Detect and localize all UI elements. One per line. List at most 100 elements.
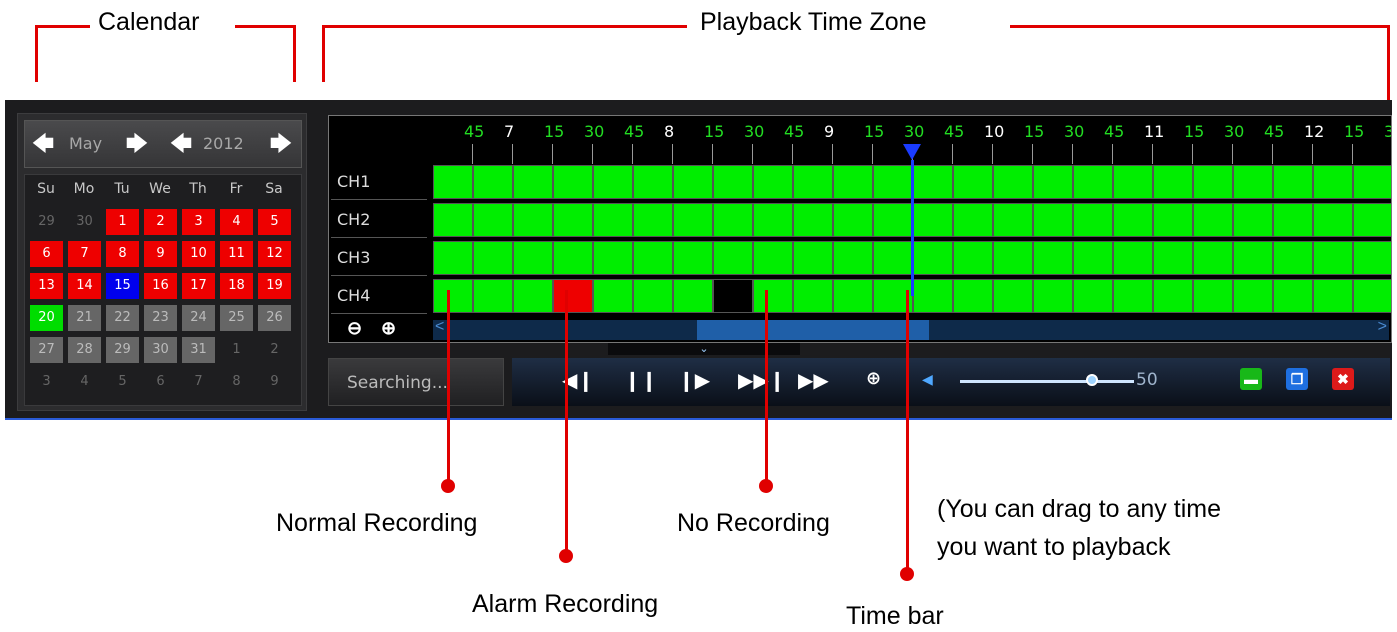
- normal-recording-cell[interactable]: [1073, 279, 1113, 313]
- calendar-day[interactable]: 4: [220, 209, 253, 235]
- normal-recording-cell[interactable]: [833, 279, 873, 313]
- normal-recording-cell[interactable]: [1313, 279, 1353, 313]
- normal-recording-cell[interactable]: [1353, 165, 1391, 199]
- normal-recording-cell[interactable]: [1033, 203, 1073, 237]
- normal-recording-cell[interactable]: [913, 165, 953, 199]
- normal-recording-cell[interactable]: [513, 241, 553, 275]
- calendar-day[interactable]: 14: [68, 273, 101, 299]
- calendar-day[interactable]: 17: [182, 273, 215, 299]
- volume-icon[interactable]: ◀: [922, 372, 933, 388]
- normal-recording-cell[interactable]: [513, 203, 553, 237]
- normal-recording-cell[interactable]: [433, 203, 473, 237]
- calendar-day[interactable]: 31: [182, 337, 215, 363]
- normal-recording-cell[interactable]: [913, 279, 953, 313]
- alarm-recording-cell[interactable]: [553, 279, 593, 313]
- normal-recording-cell[interactable]: [713, 203, 753, 237]
- normal-recording-cell[interactable]: [1073, 241, 1113, 275]
- normal-recording-cell[interactable]: [1193, 165, 1233, 199]
- normal-recording-cell[interactable]: [633, 279, 673, 313]
- normal-recording-cell[interactable]: [1313, 241, 1353, 275]
- normal-recording-cell[interactable]: [873, 203, 913, 237]
- normal-recording-cell[interactable]: [1153, 203, 1193, 237]
- normal-recording-cell[interactable]: [953, 279, 993, 313]
- next-icon[interactable]: ▶▶❙: [738, 368, 786, 392]
- normal-recording-cell[interactable]: [953, 165, 993, 199]
- normal-recording-cell[interactable]: [513, 165, 553, 199]
- calendar-day[interactable]: 28: [68, 337, 101, 363]
- normal-recording-cell[interactable]: [1353, 279, 1391, 313]
- normal-recording-cell[interactable]: [1033, 165, 1073, 199]
- normal-recording-cell[interactable]: [1193, 203, 1233, 237]
- normal-recording-cell[interactable]: [793, 279, 833, 313]
- normal-recording-cell[interactable]: [1273, 165, 1313, 199]
- normal-recording-cell[interactable]: [1113, 165, 1153, 199]
- normal-recording-cell[interactable]: [993, 279, 1033, 313]
- normal-recording-cell[interactable]: [673, 241, 713, 275]
- time-bar-handle-icon[interactable]: [903, 144, 921, 160]
- no-recording-cell[interactable]: [713, 279, 753, 313]
- normal-recording-cell[interactable]: [593, 279, 633, 313]
- normal-recording-cell[interactable]: [913, 241, 953, 275]
- normal-recording-cell[interactable]: [673, 203, 713, 237]
- normal-recording-cell[interactable]: [1033, 241, 1073, 275]
- normal-recording-cell[interactable]: [1353, 241, 1391, 275]
- normal-recording-cell[interactable]: [753, 203, 793, 237]
- normal-recording-cell[interactable]: [713, 241, 753, 275]
- restore-icon[interactable]: ❐: [1286, 368, 1308, 390]
- normal-recording-cell[interactable]: [993, 241, 1033, 275]
- prev-year-arrow-icon[interactable]: 🡄: [167, 121, 195, 167]
- normal-recording-cell[interactable]: [1193, 241, 1233, 275]
- normal-recording-cell[interactable]: [873, 165, 913, 199]
- zoom-in-icon[interactable]: ⊕: [381, 318, 396, 339]
- normal-recording-cell[interactable]: [1153, 241, 1193, 275]
- normal-recording-cell[interactable]: [953, 241, 993, 275]
- normal-recording-cell[interactable]: [433, 165, 473, 199]
- calendar-day[interactable]: 23: [144, 305, 177, 331]
- normal-recording-cell[interactable]: [513, 279, 553, 313]
- normal-recording-cell[interactable]: [1073, 165, 1113, 199]
- normal-recording-cell[interactable]: [1113, 279, 1153, 313]
- normal-recording-cell[interactable]: [553, 203, 593, 237]
- normal-recording-cell[interactable]: [1113, 241, 1153, 275]
- scrollbar-thumb[interactable]: [697, 320, 929, 340]
- calendar-day[interactable]: 18: [220, 273, 253, 299]
- normal-recording-cell[interactable]: [1233, 279, 1273, 313]
- scroll-right-icon[interactable]: >: [1378, 318, 1387, 336]
- normal-recording-cell[interactable]: [633, 241, 673, 275]
- calendar-day[interactable]: 8: [106, 241, 139, 267]
- normal-recording-cell[interactable]: [993, 203, 1033, 237]
- playback-timeline[interactable]: 45 7 15 30 45 8 15 30 45 9 15 30 45 10 15 30 45 11 15 30 45 1…: [328, 115, 1392, 343]
- normal-recording-cell[interactable]: [873, 241, 913, 275]
- normal-recording-cell[interactable]: [793, 203, 833, 237]
- normal-recording-cell[interactable]: [1273, 203, 1313, 237]
- calendar-day[interactable]: 24: [182, 305, 215, 331]
- calendar-day[interactable]: 16: [144, 273, 177, 299]
- normal-recording-cell[interactable]: [833, 165, 873, 199]
- volume-slider[interactable]: [960, 374, 1134, 386]
- calendar-day[interactable]: 5: [258, 209, 291, 235]
- normal-recording-cell[interactable]: [793, 241, 833, 275]
- normal-recording-cell[interactable]: [473, 165, 513, 199]
- calendar-day[interactable]: 13: [30, 273, 63, 299]
- normal-recording-cell[interactable]: [553, 241, 593, 275]
- pause-icon[interactable]: ❙❙: [624, 368, 658, 392]
- normal-recording-cell[interactable]: [1233, 203, 1273, 237]
- calendar-day[interactable]: 10: [182, 241, 215, 267]
- calendar-day[interactable]: 7: [68, 241, 101, 267]
- normal-recording-cell[interactable]: [673, 165, 713, 199]
- normal-recording-cell[interactable]: [593, 203, 633, 237]
- normal-recording-cell[interactable]: [713, 165, 753, 199]
- calendar-day[interactable]: 3: [182, 209, 215, 235]
- zoom-out-icon[interactable]: ⊖: [347, 318, 362, 339]
- fast-forward-icon[interactable]: ▶▶: [798, 368, 829, 392]
- normal-recording-cell[interactable]: [633, 203, 673, 237]
- calendar-day[interactable]: 2: [144, 209, 177, 235]
- calendar-day[interactable]: 27: [30, 337, 63, 363]
- normal-recording-cell[interactable]: [473, 241, 513, 275]
- normal-recording-cell[interactable]: [1233, 241, 1273, 275]
- volume-knob[interactable]: [1086, 374, 1098, 386]
- normal-recording-cell[interactable]: [953, 203, 993, 237]
- next-month-arrow-icon[interactable]: 🡆: [123, 121, 151, 167]
- calendar-day[interactable]: 30: [144, 337, 177, 363]
- normal-recording-cell[interactable]: [1113, 203, 1153, 237]
